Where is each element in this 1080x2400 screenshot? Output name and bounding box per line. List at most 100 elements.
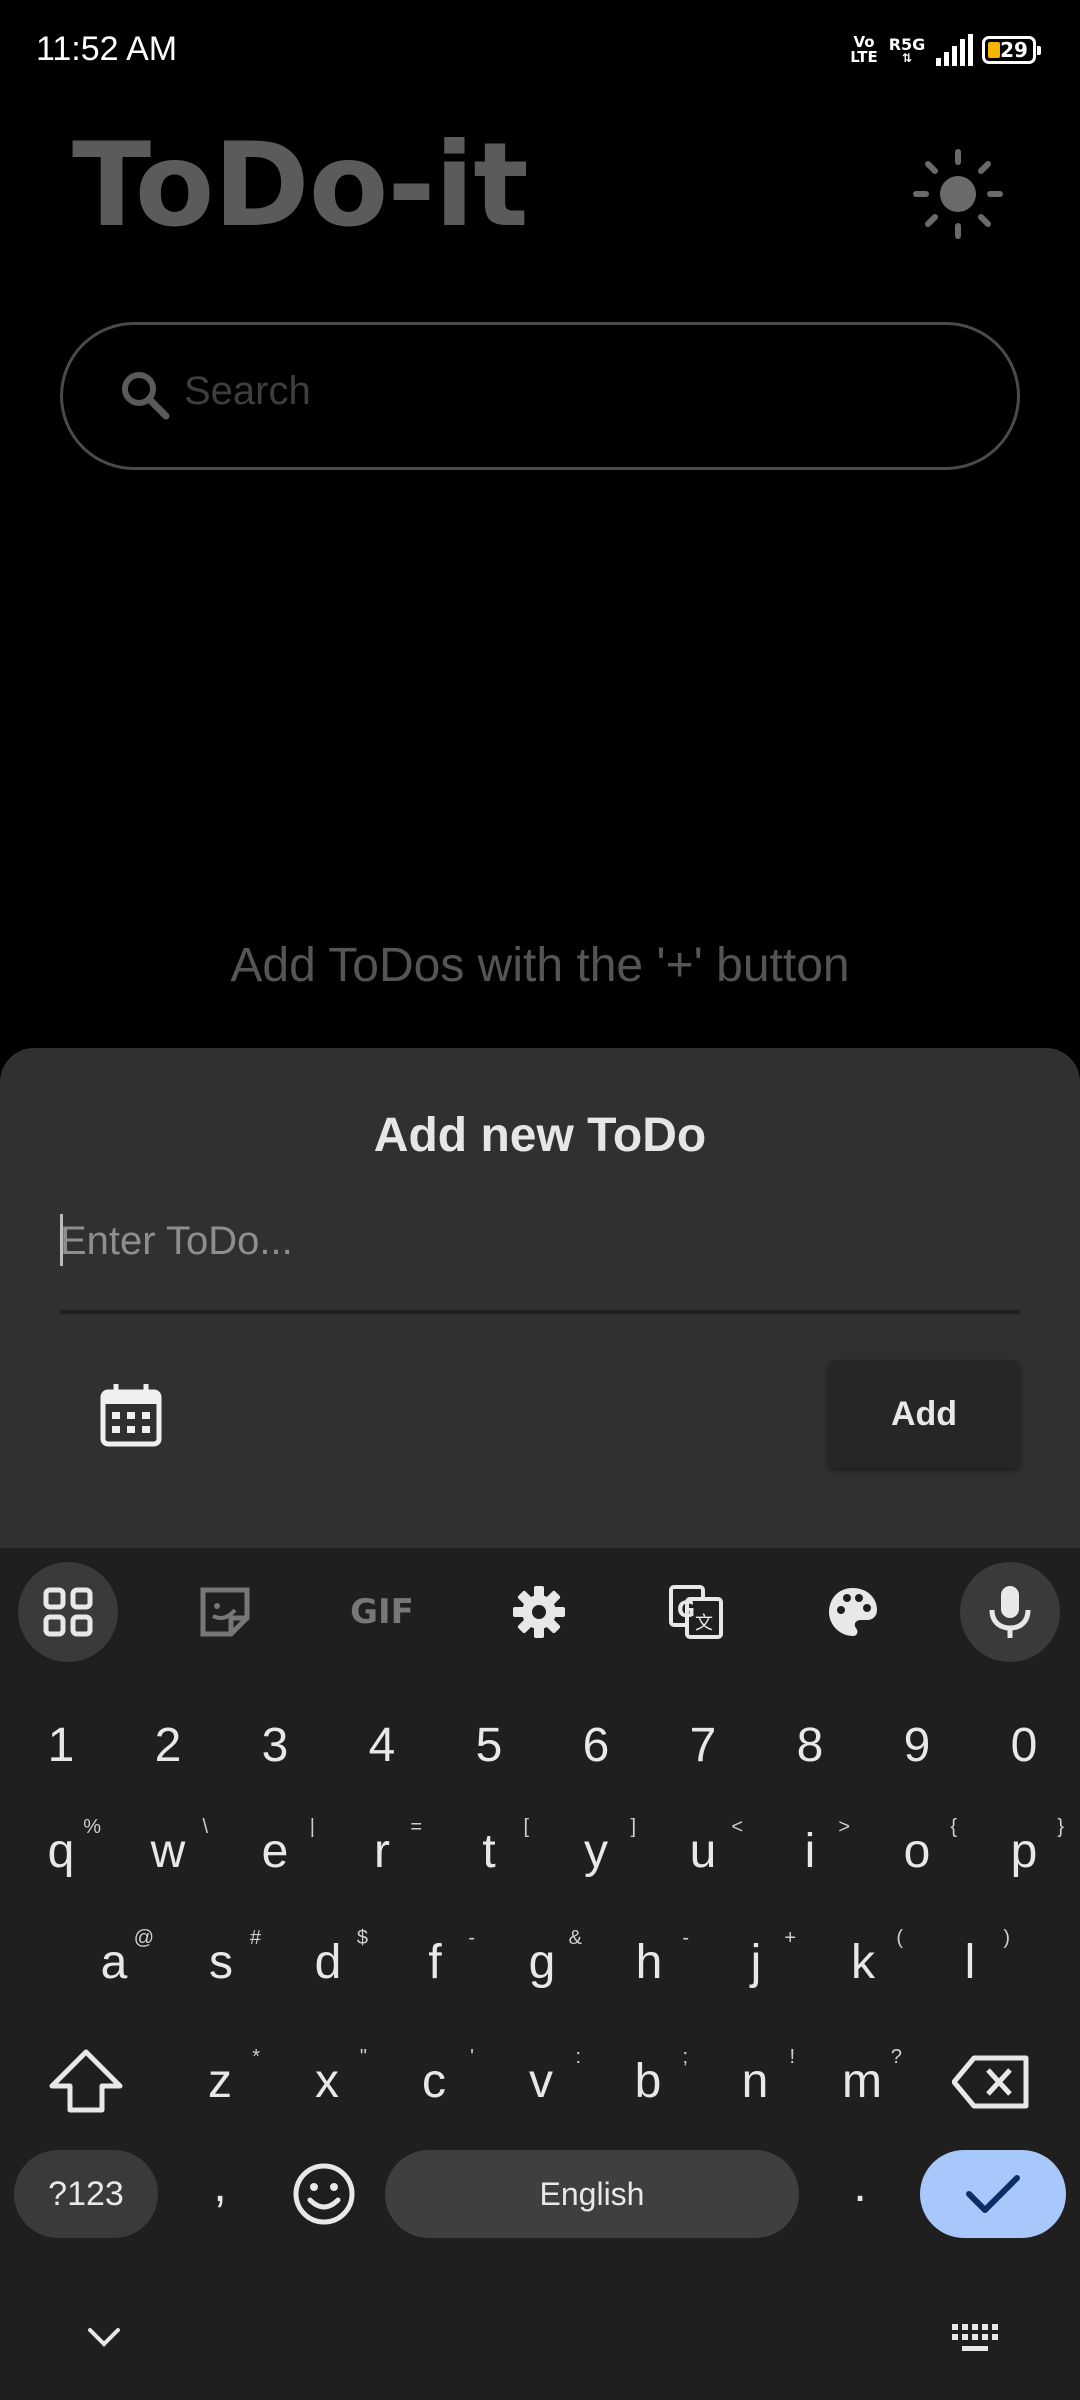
key-a[interactable]: a @ bbox=[64, 1927, 164, 1990]
theme-toggle-sun-icon[interactable] bbox=[912, 148, 1004, 240]
key-u[interactable]: u < bbox=[653, 1816, 753, 1879]
key-s[interactable]: s # bbox=[171, 1927, 271, 1990]
volte-bottom: LTE bbox=[850, 48, 878, 66]
key-d-alt: $ bbox=[356, 1927, 368, 1949]
key-h[interactable]: h- bbox=[599, 1927, 699, 1990]
key-3[interactable]: 3 bbox=[225, 1718, 325, 1773]
key-i-alt: > bbox=[838, 1816, 850, 1838]
key-y-alt: ] bbox=[630, 1816, 636, 1838]
shift-icon[interactable] bbox=[48, 2048, 124, 2114]
search-icon bbox=[122, 372, 170, 420]
palette-icon[interactable] bbox=[803, 1562, 903, 1662]
key-v-alt: : bbox=[575, 2046, 581, 2068]
key-7[interactable]: 7 bbox=[653, 1718, 753, 1773]
key-c-alt: ' bbox=[470, 2046, 474, 2068]
key-v[interactable]: v: bbox=[491, 2046, 591, 2109]
key-1[interactable]: 1 bbox=[11, 1718, 111, 1773]
key-g-alt: & bbox=[568, 1927, 582, 1949]
keyboard-switch-icon[interactable] bbox=[950, 2322, 1000, 2354]
key-w[interactable]: w \ bbox=[118, 1816, 218, 1879]
svg-text:文: 文 bbox=[695, 1613, 713, 1634]
key-h-alt: - bbox=[682, 1927, 689, 1949]
signal-icon bbox=[936, 34, 973, 66]
status-icons: Vo LTE R5G ⇅ 29 bbox=[848, 34, 1041, 66]
backspace-icon[interactable] bbox=[952, 2054, 1030, 2110]
key-n-alt: ! bbox=[789, 2046, 795, 2068]
key-s-alt: # bbox=[249, 1927, 261, 1949]
key-x-alt: " bbox=[359, 2046, 367, 2068]
key-f[interactable]: f- bbox=[385, 1927, 485, 1990]
gif-icon[interactable]: GIF bbox=[332, 1562, 432, 1662]
key-0[interactable]: 0 bbox=[974, 1718, 1074, 1773]
svg-text:G: G bbox=[677, 1598, 695, 1623]
key-k-alt: ( bbox=[896, 1927, 903, 1949]
volte-indicator: Vo LTE bbox=[848, 35, 880, 65]
todo-input[interactable] bbox=[60, 1210, 1020, 1272]
key-u-alt: < bbox=[731, 1816, 743, 1838]
key-b-alt: ; bbox=[682, 2046, 688, 2068]
key-t-alt: [ bbox=[523, 1816, 529, 1838]
status-time: 11:52 AM bbox=[36, 30, 178, 68]
key-x[interactable]: x " bbox=[277, 2046, 377, 2109]
battery-level: 29 bbox=[1000, 38, 1028, 62]
key-d[interactable]: d $ bbox=[278, 1927, 378, 1990]
key-r[interactable]: r = bbox=[332, 1816, 432, 1879]
key-4[interactable]: 4 bbox=[332, 1718, 432, 1773]
key-5[interactable]: 5 bbox=[439, 1718, 539, 1773]
battery-icon: 29 bbox=[982, 36, 1041, 64]
key-t[interactable]: t[ bbox=[439, 1816, 539, 1879]
period-key[interactable]: . bbox=[810, 2158, 910, 2213]
key-9[interactable]: 9 bbox=[867, 1718, 967, 1773]
search-input[interactable] bbox=[182, 360, 946, 422]
key-q-alt: % bbox=[83, 1816, 101, 1838]
mic-icon[interactable] bbox=[960, 1562, 1060, 1662]
key-n[interactable]: n! bbox=[705, 2046, 805, 2109]
apps-grid-icon[interactable] bbox=[18, 1562, 118, 1662]
key-8[interactable]: 8 bbox=[760, 1718, 860, 1773]
key-e-alt: | bbox=[309, 1816, 315, 1838]
empty-state-hint: Add ToDos with the '+' button bbox=[230, 939, 850, 992]
key-w-alt: \ bbox=[202, 1816, 208, 1838]
key-e[interactable]: e | bbox=[225, 1816, 325, 1879]
text-cursor bbox=[60, 1214, 63, 1266]
key-c[interactable]: c ' bbox=[384, 2046, 484, 2109]
key-i[interactable]: i > bbox=[760, 1816, 860, 1879]
data-arrows-icon: ⇅ bbox=[901, 51, 913, 65]
network-indicator: R5G ⇅ bbox=[888, 37, 926, 65]
key-p[interactable]: p} bbox=[974, 1816, 1074, 1879]
key-l-alt: ) bbox=[1003, 1927, 1010, 1949]
key-z[interactable]: z * bbox=[170, 2046, 270, 2109]
key-j[interactable]: j + bbox=[706, 1927, 806, 1990]
key-m[interactable]: m? bbox=[812, 2046, 912, 2109]
key-p-alt: } bbox=[1057, 1816, 1064, 1838]
key-6[interactable]: 6 bbox=[546, 1718, 646, 1773]
key-a-alt: @ bbox=[133, 1927, 154, 1949]
space-bar[interactable]: English bbox=[385, 2150, 799, 2238]
sticker-icon[interactable] bbox=[175, 1562, 275, 1662]
key-j-alt: + bbox=[784, 1927, 796, 1949]
emoji-icon[interactable] bbox=[292, 2162, 356, 2226]
key-o-alt: { bbox=[950, 1816, 957, 1838]
calendar-icon[interactable] bbox=[98, 1382, 164, 1448]
key-b[interactable]: b; bbox=[598, 2046, 698, 2109]
key-m-alt: ? bbox=[890, 2046, 902, 2068]
key-f-alt: - bbox=[468, 1927, 475, 1949]
settings-icon[interactable] bbox=[489, 1562, 589, 1662]
hide-keyboard-chevron-icon[interactable] bbox=[86, 2326, 122, 2350]
add-button[interactable]: Add bbox=[828, 1360, 1020, 1468]
key-q[interactable]: q% bbox=[11, 1816, 111, 1879]
key-2[interactable]: 2 bbox=[118, 1718, 218, 1773]
key-r-alt: = bbox=[410, 1816, 422, 1838]
translate-icon[interactable]: G 文 bbox=[646, 1562, 746, 1662]
todo-input-underline bbox=[60, 1310, 1020, 1314]
app-title: ToDo-it bbox=[72, 118, 529, 253]
symbols-key[interactable]: ?123 bbox=[14, 2150, 158, 2238]
checkmark-icon bbox=[966, 2175, 1020, 2213]
key-k[interactable]: k( bbox=[813, 1927, 913, 1990]
key-l[interactable]: l) bbox=[920, 1927, 1020, 1990]
comma-key[interactable]: , bbox=[170, 2158, 270, 2213]
key-g[interactable]: g & bbox=[492, 1927, 592, 1990]
key-o[interactable]: o{ bbox=[867, 1816, 967, 1879]
enter-key[interactable] bbox=[920, 2150, 1066, 2238]
key-y[interactable]: y] bbox=[546, 1816, 646, 1879]
